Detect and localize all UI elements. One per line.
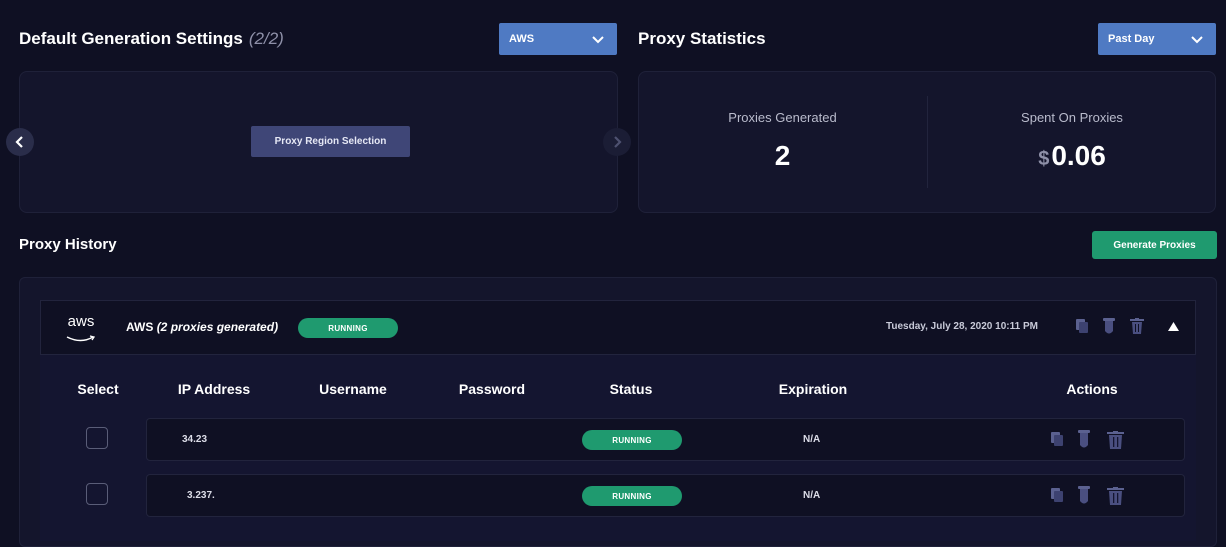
- chevron-left-icon: [15, 136, 23, 148]
- settings-title: Default Generation Settings (2/2): [19, 29, 284, 49]
- proxy-region-selection-button[interactable]: Proxy Region Selection: [251, 126, 410, 157]
- settings-title-text: Default Generation Settings: [19, 29, 243, 48]
- group-subtitle: (2 proxies generated): [156, 320, 279, 334]
- stats-title: Proxy Statistics: [638, 29, 766, 48]
- provider-select[interactable]: AWS: [499, 23, 617, 55]
- column-header-password: Password: [458, 381, 526, 397]
- period-select-value: Past Day: [1108, 33, 1155, 45]
- column-header-select: Select: [77, 381, 119, 397]
- currency-symbol: $: [1038, 148, 1050, 170]
- group-title: AWS (2 proxies generated): [126, 320, 278, 334]
- copy-icon[interactable]: [1075, 318, 1089, 334]
- proxies-generated-label: Proxies Generated: [728, 110, 837, 125]
- spent-on-proxies-label: Spent On Proxies: [1021, 110, 1123, 125]
- row-ip-address: 34.23: [182, 434, 208, 445]
- provider-select-value: AWS: [509, 33, 535, 45]
- row-status-badge: RUNNING: [582, 486, 682, 506]
- aws-logo-text: aws: [67, 313, 95, 330]
- group-status-badge: RUNNING: [298, 318, 398, 338]
- test-tube-icon[interactable]: [1103, 318, 1115, 335]
- chevron-down-icon: [1191, 36, 1203, 44]
- column-header-expiration: Expiration: [778, 381, 848, 397]
- column-header-ip-address: IP Address: [177, 381, 251, 397]
- settings-count: (2/2): [248, 29, 284, 48]
- copy-icon[interactable]: [1050, 431, 1064, 447]
- trash-icon[interactable]: [1107, 487, 1124, 505]
- carousel-next-button[interactable]: [603, 128, 631, 156]
- carousel-prev-button[interactable]: [6, 128, 34, 156]
- trash-icon[interactable]: [1130, 318, 1144, 334]
- spent-amount: 0.06: [1051, 140, 1106, 171]
- aws-logo: aws: [63, 313, 99, 342]
- spent-on-proxies-value: $0.06: [928, 140, 1216, 172]
- copy-icon[interactable]: [1050, 487, 1064, 503]
- column-header-status: Status: [609, 381, 653, 397]
- test-tube-icon[interactable]: [1078, 430, 1090, 449]
- group-provider: AWS: [126, 320, 154, 334]
- row-select-checkbox[interactable]: [86, 483, 108, 505]
- aws-smile-icon: [66, 335, 96, 342]
- caret-up-icon[interactable]: [1167, 321, 1180, 332]
- column-header-username: Username: [319, 381, 387, 397]
- row-status-badge: RUNNING: [582, 430, 682, 450]
- proxies-generated-value: 2: [774, 140, 791, 171]
- history-title: Proxy History: [19, 236, 117, 253]
- test-tube-icon[interactable]: [1078, 486, 1090, 505]
- chevron-down-icon: [592, 36, 604, 44]
- row-expiration: N/A: [803, 434, 821, 445]
- generate-proxies-button[interactable]: Generate Proxies: [1092, 231, 1217, 259]
- group-timestamp: Tuesday, July 28, 2020 10:11 PM: [886, 321, 1038, 332]
- row-select-checkbox[interactable]: [86, 427, 108, 449]
- row-ip-address: 3.237.: [187, 490, 215, 501]
- chevron-right-icon: [614, 136, 622, 148]
- period-select[interactable]: Past Day: [1098, 23, 1216, 55]
- trash-icon[interactable]: [1107, 431, 1124, 449]
- row-expiration: N/A: [803, 490, 821, 501]
- column-header-actions: Actions: [1066, 381, 1118, 397]
